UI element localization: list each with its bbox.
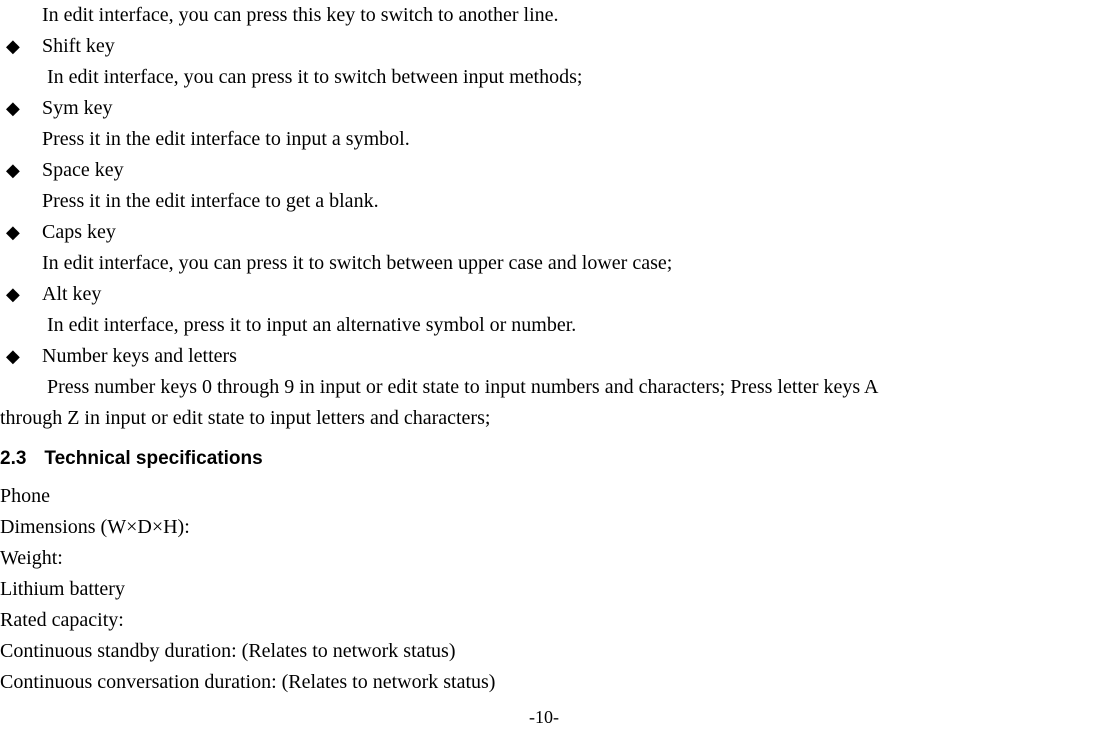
list-item: ◆ Number keys and letters bbox=[0, 341, 1088, 372]
item-title: Number keys and letters bbox=[42, 341, 1088, 372]
item-title: Caps key bbox=[42, 217, 1088, 248]
item-description: In edit interface, press it to input an … bbox=[47, 310, 1088, 341]
diamond-bullet-icon: ◆ bbox=[0, 343, 42, 371]
item-description: Press number keys 0 through 9 in input o… bbox=[47, 372, 1088, 403]
item-title: Space key bbox=[42, 155, 1088, 186]
spec-line: Continuous standby duration: (Relates to… bbox=[0, 636, 1088, 667]
list-item: ◆ Shift key bbox=[0, 31, 1088, 62]
item-description: In edit interface, you can press it to s… bbox=[47, 62, 1088, 93]
item-title: Shift key bbox=[42, 31, 1088, 62]
item-title: Alt key bbox=[42, 279, 1088, 310]
diamond-bullet-icon: ◆ bbox=[0, 33, 42, 61]
list-item: ◆ Alt key bbox=[0, 279, 1088, 310]
list-item: ◆ Caps key bbox=[0, 217, 1088, 248]
list-item: ◆ Sym key bbox=[0, 93, 1088, 124]
diamond-bullet-icon: ◆ bbox=[0, 281, 42, 309]
spec-line: Lithium battery bbox=[0, 574, 1088, 605]
list-item: ◆ Space key bbox=[0, 155, 1088, 186]
page-number: -10- bbox=[0, 704, 1088, 732]
item-description: In edit interface, you can press it to s… bbox=[42, 248, 1088, 279]
item-description: Press it in the edit interface to get a … bbox=[42, 186, 1088, 217]
intro-line: In edit interface, you can press this ke… bbox=[42, 0, 1088, 31]
section-title: Technical specifications bbox=[44, 448, 262, 469]
spec-line: Dimensions (W×D×H): bbox=[0, 512, 1088, 543]
item-title: Sym key bbox=[42, 93, 1088, 124]
section-heading: 2.3 Technical specifications bbox=[0, 444, 1088, 473]
item-description: Press it in the edit interface to input … bbox=[42, 124, 1088, 155]
diamond-bullet-icon: ◆ bbox=[0, 157, 42, 185]
spec-line: Phone bbox=[0, 481, 1088, 512]
spec-line: Weight: bbox=[0, 543, 1088, 574]
section-number: 2.3 bbox=[0, 448, 26, 469]
spec-line: Rated capacity: bbox=[0, 605, 1088, 636]
diamond-bullet-icon: ◆ bbox=[0, 219, 42, 247]
spec-line: Continuous conversation duration: (Relat… bbox=[0, 667, 1088, 698]
diamond-bullet-icon: ◆ bbox=[0, 95, 42, 123]
continuation-line: through Z in input or edit state to inpu… bbox=[0, 403, 1088, 434]
